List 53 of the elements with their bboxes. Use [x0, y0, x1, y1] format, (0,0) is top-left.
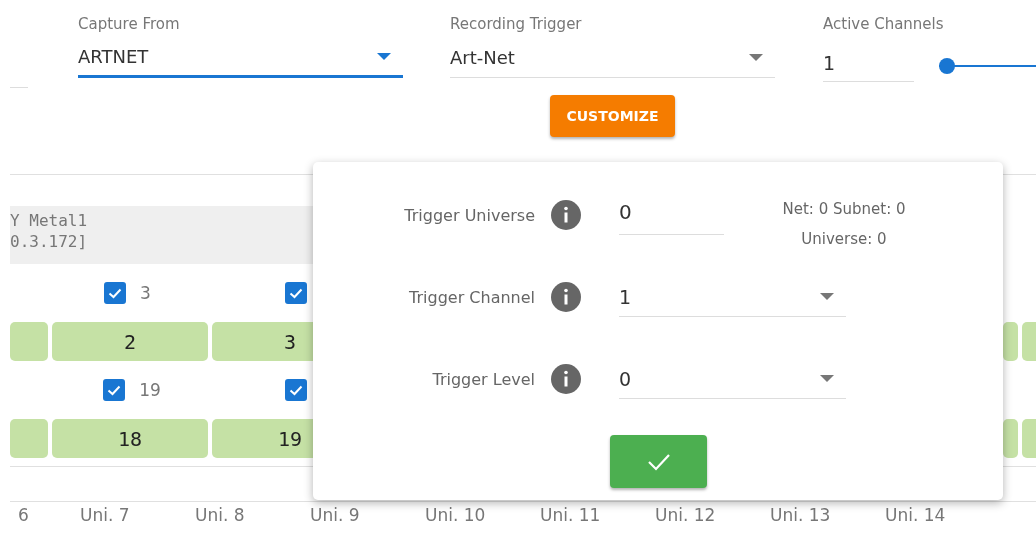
- universe-info: Universe: 0: [801, 229, 887, 250]
- device-address: 0.3.172]: [10, 231, 89, 252]
- field-label: Capture From: [78, 14, 181, 35]
- universe-tab[interactable]: Uni. 13: [770, 505, 885, 525]
- caret-icon: [820, 374, 834, 383]
- universe-tab[interactable]: Uni. 11: [540, 505, 655, 525]
- universe-tab[interactable]: Uni. 7: [80, 505, 195, 525]
- caret-icon: [377, 52, 391, 61]
- checkbox[interactable]: [285, 379, 307, 401]
- info-icon: [551, 364, 581, 394]
- field-label: Active Channels: [823, 14, 945, 35]
- checkbox[interactable]: [103, 379, 126, 401]
- channel-number: 3: [140, 283, 152, 303]
- select-field[interactable]: ARTNET: [78, 38, 403, 78]
- caret-icon: [749, 53, 763, 62]
- number-field[interactable]: 1: [823, 38, 914, 82]
- checkmark-icon: [108, 287, 122, 299]
- select-field[interactable]: Art-Net: [450, 38, 775, 78]
- field-label: Trigger Universe: [403, 205, 535, 225]
- field-label: Recording Trigger: [450, 14, 583, 35]
- checkbox[interactable]: [104, 282, 126, 304]
- value-cell: [1003, 419, 1018, 458]
- info-icon: [551, 200, 581, 230]
- select-field[interactable]: 1: [619, 277, 846, 317]
- slider[interactable]: [939, 58, 1036, 74]
- device-name: Y Metal1: [10, 210, 89, 231]
- value-cell: [1003, 322, 1018, 361]
- value-cell: [10, 322, 48, 361]
- value-cell: 2: [52, 322, 208, 361]
- universe-tab[interactable]: Uni. 14: [885, 505, 1000, 525]
- value-cell: [1022, 322, 1036, 361]
- customize-button[interactable]: CUSTOMIZE: [550, 95, 675, 137]
- select-field[interactable]: 0: [619, 359, 846, 399]
- value-cell: 18: [52, 419, 208, 458]
- checkmark-icon: [289, 384, 303, 396]
- universe-tab[interactable]: Uni. 8: [195, 505, 310, 525]
- value-cell: [1022, 419, 1036, 458]
- value-cell: [10, 419, 48, 458]
- info-icon: [551, 282, 581, 312]
- checkmark-icon: [107, 384, 122, 396]
- universe-info: Net: 0 Subnet: 0: [782, 199, 906, 220]
- field-label: Trigger Channel: [408, 287, 535, 307]
- universe-tab[interactable]: Uni. 12: [655, 505, 770, 525]
- channel-number: 19: [139, 380, 161, 400]
- checkbox[interactable]: [285, 282, 307, 304]
- text-field[interactable]: 0: [619, 195, 724, 235]
- checkmark-icon: [289, 287, 303, 299]
- universe-tab[interactable]: Uni. 10: [425, 505, 540, 525]
- field-label: Trigger Level: [431, 369, 535, 389]
- caret-icon: [820, 292, 834, 301]
- check-icon: [646, 452, 671, 471]
- universe-tab[interactable]: 6: [18, 505, 80, 525]
- universe-tab[interactable]: Uni. 9: [310, 505, 425, 525]
